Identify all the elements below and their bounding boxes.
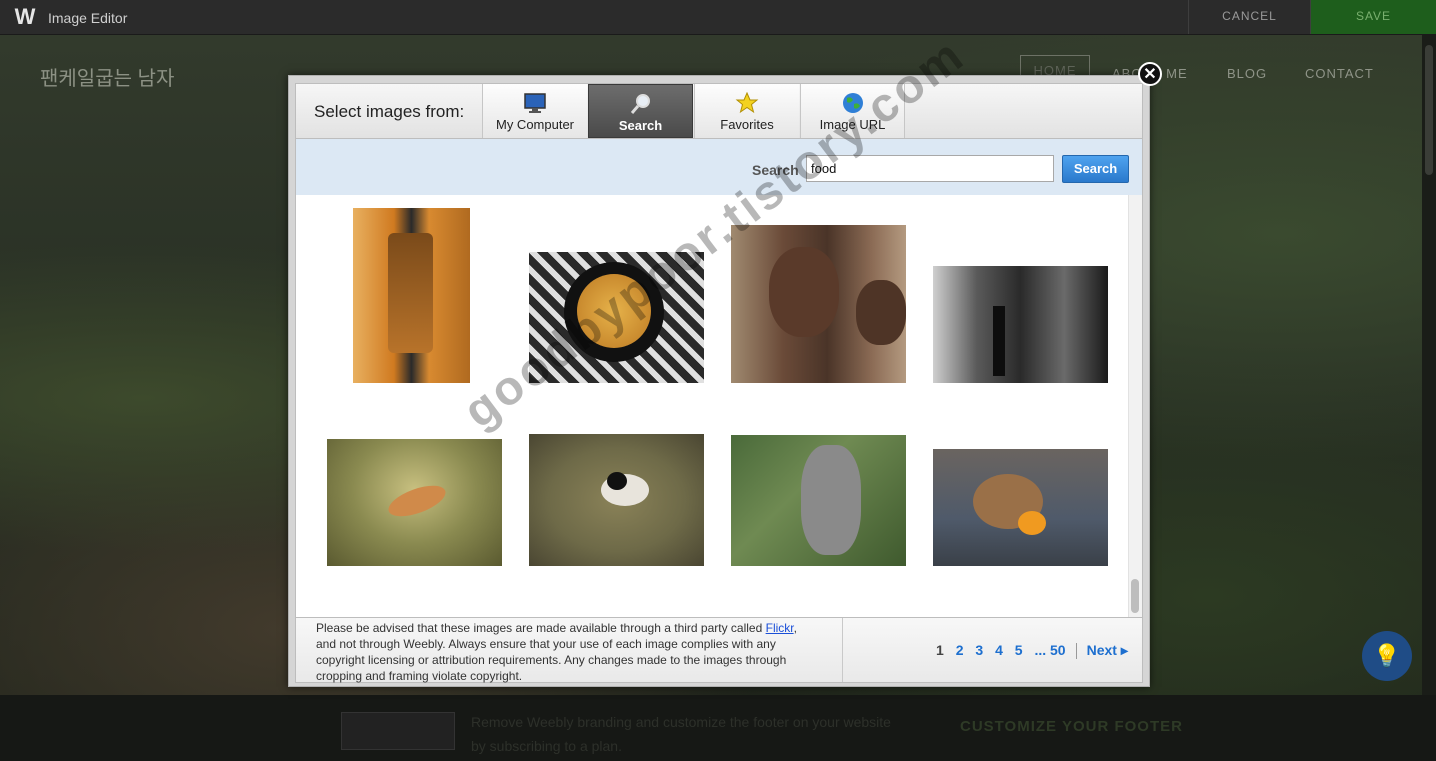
pagination: 1 2 3 4 5 ... 50 Next ▸ xyxy=(936,642,1136,660)
page-2[interactable]: 2 xyxy=(956,642,964,658)
tab-label: My Computer xyxy=(495,117,575,132)
magnifier-icon xyxy=(629,93,653,115)
save-button[interactable]: SAVE xyxy=(1310,0,1436,34)
notice-bar: Please be advised that these images are … xyxy=(295,617,1143,683)
nav-contact: CONTACT xyxy=(1305,66,1374,81)
select-images-label: Select images from: xyxy=(314,102,465,121)
footer-thumbnail xyxy=(341,712,455,750)
site-title: 팬케일굽는 남자 xyxy=(40,68,175,90)
results-scrollbar[interactable] xyxy=(1128,195,1142,617)
weebly-logo-icon: W xyxy=(14,4,36,29)
star-icon xyxy=(735,91,759,114)
tab-favorites[interactable]: Favorites xyxy=(694,84,799,138)
nav-blog: BLOG xyxy=(1227,66,1268,81)
source-tabs-header: Select images from: My Computer Search F… xyxy=(295,83,1143,139)
street-scene-bw-photo[interactable] xyxy=(933,266,1108,383)
tab-label: Search xyxy=(618,118,663,133)
page-3[interactable]: 3 xyxy=(975,642,983,658)
next-page-button[interactable]: Next ▸ xyxy=(1087,642,1128,658)
close-icon[interactable]: ✕ xyxy=(1138,62,1162,86)
tab-search[interactable]: Search xyxy=(588,84,693,138)
koala-photo[interactable] xyxy=(731,435,906,566)
notice-text-before: Please be advised that these images are … xyxy=(316,621,766,635)
top-bar: W Image Editor CANCEL SAVE xyxy=(0,0,1436,35)
customize-footer-link[interactable]: CUSTOMIZE YOUR FOOTER xyxy=(960,718,1183,735)
tab-my-computer[interactable]: My Computer xyxy=(482,84,587,138)
footer-text: Remove Weebly branding and customize the… xyxy=(471,714,891,754)
pager-separator xyxy=(1075,643,1077,660)
app-title: Image Editor xyxy=(48,10,128,26)
chickadee-photo[interactable] xyxy=(529,434,704,566)
pager-divider xyxy=(842,618,843,682)
copyright-notice: Please be advised that these images are … xyxy=(316,620,816,684)
results-scrollbar-thumb[interactable] xyxy=(1131,579,1139,613)
bird-on-branch-photo[interactable] xyxy=(327,439,502,566)
image-picker-dialog: Select images from: My Computer Search F… xyxy=(288,75,1150,687)
chipmunk-photo[interactable] xyxy=(933,449,1108,566)
children-portrait-photo[interactable] xyxy=(731,225,906,383)
page-scrollbar[interactable] xyxy=(1422,35,1436,695)
page-50[interactable]: ... 50 xyxy=(1034,642,1065,658)
monitor-icon xyxy=(523,92,547,114)
lightbulb-icon[interactable]: 💡 xyxy=(1362,631,1412,681)
search-bar: Search Search xyxy=(295,139,1143,195)
search-button[interactable]: Search xyxy=(1062,155,1129,183)
page-1[interactable]: 1 xyxy=(936,642,944,658)
page-scrollbar-thumb[interactable] xyxy=(1425,45,1433,175)
page-5[interactable]: 5 xyxy=(1015,642,1023,658)
whisky-bottle-photo[interactable] xyxy=(353,208,470,383)
page-4[interactable]: 4 xyxy=(995,642,1003,658)
tab-label: Favorites xyxy=(720,117,774,132)
cancel-button[interactable]: CANCEL xyxy=(1188,0,1310,34)
flickr-link[interactable]: Flickr xyxy=(766,621,794,635)
